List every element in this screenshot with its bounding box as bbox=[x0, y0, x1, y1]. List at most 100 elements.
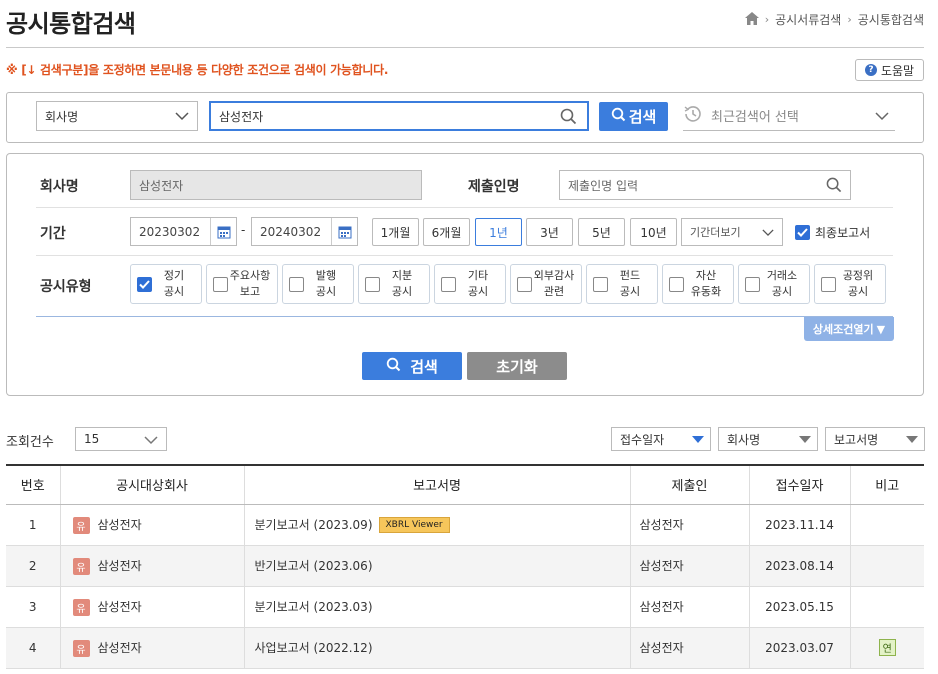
company-cell: 유 삼성전자 bbox=[59, 627, 244, 669]
period-1year-button[interactable]: 1년 bbox=[475, 218, 522, 246]
sort-report-select[interactable]: 보고서명 bbox=[825, 427, 925, 451]
table-row: 4 유 삼성전자 사업보고서 (2022.12) 삼성전자 2023.03.07 … bbox=[6, 627, 924, 669]
start-date-input[interactable]: 20230302 bbox=[130, 217, 237, 246]
report-link[interactable]: 분기보고서 (2023.03) bbox=[255, 600, 373, 614]
type-label: 자산 유동화 bbox=[690, 269, 722, 298]
type-label: 지분 공시 bbox=[391, 269, 413, 298]
company-link[interactable]: 삼성전자 bbox=[98, 600, 142, 614]
type-major-report-checkbox[interactable]: 주요사항 보고 bbox=[206, 264, 278, 304]
report-link[interactable]: 반기보고서 (2023.06) bbox=[255, 559, 373, 573]
final-report-checkbox[interactable]: 최종보고서 bbox=[795, 224, 870, 241]
breadcrumb: › 공시서류검색 › 공시통합검색 bbox=[744, 11, 924, 28]
filer-cell: 삼성전자 bbox=[629, 504, 749, 546]
row-number: 4 bbox=[6, 627, 60, 669]
company-link[interactable]: 삼성전자 bbox=[98, 518, 142, 532]
filer-name-input[interactable]: 제출인명 입력 bbox=[559, 170, 851, 200]
type-equity-checkbox[interactable]: 지분 공시 bbox=[358, 264, 430, 304]
column-header: 접수일자 bbox=[748, 464, 850, 505]
report-link[interactable]: 사업보고서 (2022.12) bbox=[255, 641, 373, 655]
receipt-date: 2023.08.14 bbox=[748, 545, 850, 587]
company-link[interactable]: 삼성전자 bbox=[98, 559, 142, 573]
result-count-label: 조회건수 bbox=[6, 435, 54, 450]
period-1month-button[interactable]: 1개월 bbox=[372, 218, 419, 246]
page-title: 공시통합검색 bbox=[6, 10, 136, 38]
xbrl-viewer-button[interactable]: XBRL Viewer bbox=[378, 517, 450, 534]
help-button[interactable]: ? 도움말 bbox=[855, 59, 924, 81]
sort-company-select[interactable]: 회사명 bbox=[718, 427, 818, 451]
checkbox-icon bbox=[441, 276, 456, 292]
report-link[interactable]: 분기보고서 (2023.09) bbox=[255, 518, 373, 532]
period-6month-button[interactable]: 6개월 bbox=[423, 218, 470, 246]
remark-cell bbox=[849, 545, 924, 587]
checkbox-icon bbox=[821, 276, 836, 292]
type-label: 공정위 공시 bbox=[842, 269, 874, 298]
search-button[interactable]: 검색 bbox=[362, 352, 462, 380]
checkbox-icon bbox=[289, 276, 304, 292]
search-icon bbox=[386, 357, 401, 376]
recent-search-select[interactable]: 최근검색어 선택 bbox=[683, 101, 895, 131]
breadcrumb-item[interactable]: 공시서류검색 bbox=[775, 11, 841, 28]
type-other-checkbox[interactable]: 기타 공시 bbox=[434, 264, 506, 304]
company-cell: 유 삼성전자 bbox=[59, 545, 244, 587]
search-notice: ※ [↓ 검색구분]을 조정하면 본문내용 등 다양한 조건으로 검색이 가능합… bbox=[6, 63, 389, 77]
column-header: 보고서명 bbox=[243, 464, 630, 505]
calendar-icon[interactable] bbox=[210, 218, 236, 245]
type-label: 펀드 공시 bbox=[619, 269, 641, 298]
period-5year-button[interactable]: 5년 bbox=[578, 218, 625, 246]
type-label: 기타 공시 bbox=[467, 269, 489, 298]
type-ftc-checkbox[interactable]: 공정위 공시 bbox=[814, 264, 886, 304]
more-period-value: 기간더보기 bbox=[690, 226, 741, 239]
checkbox-checked-icon bbox=[795, 225, 810, 240]
report-cell: 분기보고서 (2023.03) bbox=[243, 586, 630, 628]
column-header: 공시대상회사 bbox=[59, 464, 244, 505]
breadcrumb-item[interactable]: 공시통합검색 bbox=[858, 11, 924, 28]
search-scope-select[interactable]: 회사명 bbox=[36, 101, 198, 131]
end-date-value: 20240302 bbox=[260, 224, 322, 239]
end-date-input[interactable]: 20240302 bbox=[251, 217, 358, 246]
type-regular-checkbox[interactable]: 정기 공시 bbox=[130, 264, 202, 304]
reset-button[interactable]: 초기화 bbox=[467, 352, 567, 380]
corp-type-badge: 유 bbox=[72, 639, 90, 657]
filter-divider bbox=[36, 207, 893, 208]
company-cell: 유 삼성전자 bbox=[59, 504, 244, 546]
report-cell: 사업보고서 (2022.12) bbox=[243, 627, 630, 669]
search-input[interactable]: 삼성전자 bbox=[209, 101, 589, 131]
column-header: 제출인 bbox=[629, 464, 749, 505]
type-exchange-checkbox[interactable]: 거래소 공시 bbox=[738, 264, 810, 304]
type-label: 거래소 공시 bbox=[766, 269, 798, 298]
sort-date-select[interactable]: 접수일자 bbox=[611, 427, 711, 451]
checkbox-icon bbox=[517, 276, 532, 292]
final-report-label: 최종보고서 bbox=[815, 226, 871, 240]
detail-conditions-toggle[interactable]: 상세조건열기 ▼ bbox=[804, 317, 894, 341]
more-period-select[interactable]: 기간더보기 bbox=[681, 218, 783, 246]
detail-conditions-label: 상세조건열기 bbox=[812, 323, 874, 336]
calendar-icon[interactable] bbox=[331, 218, 357, 245]
history-icon bbox=[683, 104, 703, 128]
company-link[interactable]: 삼성전자 bbox=[98, 641, 142, 655]
period-3year-button[interactable]: 3년 bbox=[526, 218, 573, 246]
title-divider bbox=[6, 47, 924, 48]
receipt-date: 2023.03.07 bbox=[748, 627, 850, 669]
table-row: 2 유 삼성전자 반기보고서 (2023.06) 삼성전자 2023.08.14 bbox=[6, 545, 924, 587]
filter-divider bbox=[36, 316, 893, 317]
filer-cell: 삼성전자 bbox=[629, 627, 749, 669]
search-icon[interactable] bbox=[826, 177, 842, 196]
checkbox-icon bbox=[593, 276, 608, 292]
type-abs-checkbox[interactable]: 자산 유동화 bbox=[662, 264, 734, 304]
type-external-audit-checkbox[interactable]: 외부감사 관련 bbox=[510, 264, 582, 304]
corp-type-badge: 유 bbox=[72, 557, 90, 575]
search-icon[interactable] bbox=[560, 108, 577, 128]
table-row: 3 유 삼성전자 분기보고서 (2023.03) 삼성전자 2023.05.15 bbox=[6, 586, 924, 628]
recent-search-placeholder: 최근검색어 선택 bbox=[711, 110, 799, 125]
quick-search-button[interactable]: 검색 bbox=[599, 102, 668, 131]
company-name-field[interactable]: 삼성전자 bbox=[130, 170, 422, 200]
page-size-select[interactable]: 15 bbox=[75, 427, 167, 451]
chevron-right-icon: › bbox=[847, 13, 852, 26]
report-cell: 분기보고서 (2023.09) XBRL Viewer bbox=[243, 504, 630, 546]
type-fund-checkbox[interactable]: 펀드 공시 bbox=[586, 264, 658, 304]
quick-search-label: 검색 bbox=[628, 108, 657, 126]
period-10year-button[interactable]: 10년 bbox=[630, 218, 677, 246]
chevron-down-icon bbox=[875, 110, 889, 125]
home-icon[interactable] bbox=[744, 11, 759, 28]
type-issuance-checkbox[interactable]: 발행 공시 bbox=[282, 264, 354, 304]
